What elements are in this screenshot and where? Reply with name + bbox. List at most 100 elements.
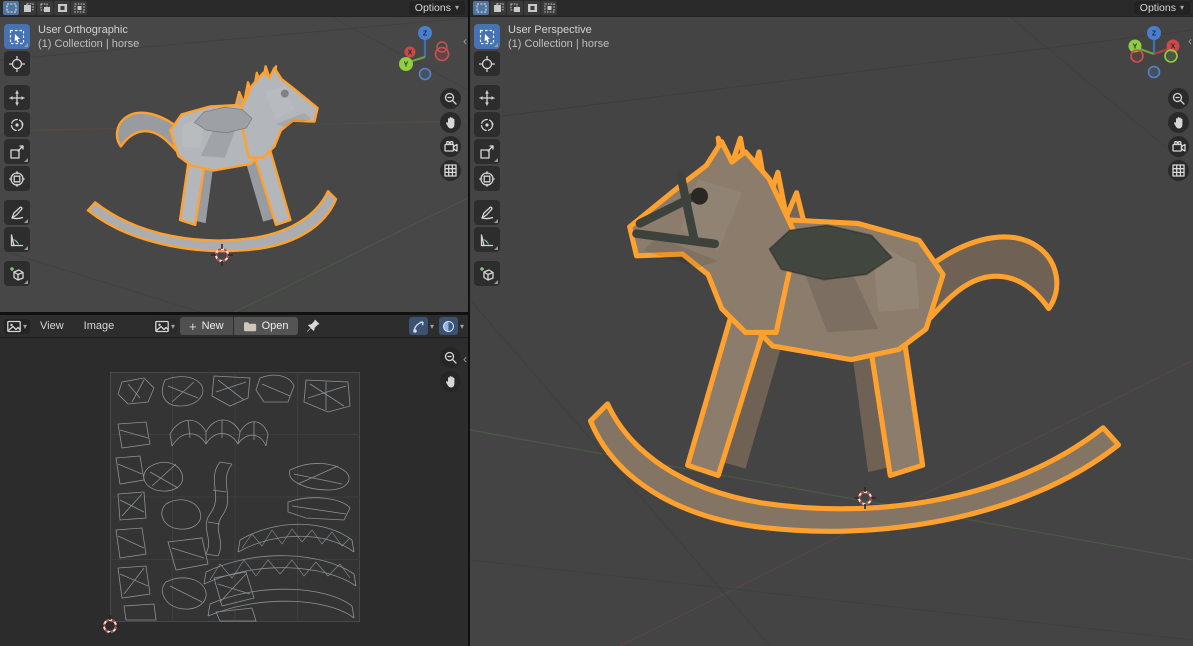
viewport-header: Options ▾	[470, 0, 1193, 17]
wooden-rocking-horse[interactable]	[582, 58, 1127, 600]
transform-tool-button[interactable]	[474, 166, 500, 191]
select-mode-invert-button[interactable]	[54, 1, 70, 15]
cursor-tool-button[interactable]	[474, 51, 500, 76]
camera-view-button[interactable]	[1168, 136, 1189, 157]
select-mode-extend-button[interactable]	[490, 1, 506, 15]
select-box-tool-button[interactable]	[474, 24, 500, 49]
uv-pan-button[interactable]	[440, 371, 461, 392]
gray-rocking-horse[interactable]	[84, 36, 340, 276]
select-set-icon	[6, 3, 17, 13]
uv-zoom-button[interactable]	[440, 347, 461, 368]
gizmo-z-neg[interactable]	[1149, 67, 1160, 78]
left-editor-column: Options ▾ User Orthographic (1) Collecti…	[0, 0, 468, 646]
annotate-tool-button[interactable]	[4, 200, 30, 225]
rotate-tool-button[interactable]	[474, 112, 500, 137]
options-dropdown[interactable]: Options ▾	[409, 1, 465, 15]
hand-icon	[445, 116, 457, 129]
gizmo-y-neg[interactable]	[1165, 50, 1177, 62]
measure-tool-button[interactable]	[4, 227, 30, 252]
viewport-nav-buttons	[440, 88, 461, 181]
uv-sidebar-collapse-arrow[interactable]: ‹	[463, 354, 467, 364]
gizmo-z-neg[interactable]	[420, 69, 431, 80]
navigation-gizmo[interactable]: Z Y X	[1125, 24, 1183, 82]
toolbar-left	[4, 24, 31, 288]
pin-icon[interactable]	[306, 318, 321, 334]
options-label: Options	[1140, 1, 1176, 15]
select-invert-icon	[527, 3, 538, 13]
open-label: Open	[262, 320, 289, 332]
open-image-button[interactable]: Open	[234, 317, 298, 335]
select-box-tool-button[interactable]	[4, 24, 30, 49]
add-cube-icon	[9, 266, 26, 282]
pan-button[interactable]	[440, 112, 461, 133]
gizmo-x-neg[interactable]	[1131, 50, 1143, 62]
select-mode-intersect-button[interactable]	[541, 1, 557, 15]
zoom-button[interactable]	[440, 88, 461, 109]
select-mode-extend-button[interactable]	[20, 1, 36, 15]
uv-canvas[interactable]: ‹	[0, 338, 468, 646]
scale-tool-button[interactable]	[474, 139, 500, 164]
grid-icon	[444, 164, 457, 177]
pivot-point-dropdown[interactable]: ▾	[409, 317, 434, 335]
image-datablock-controls: ▾ + New Open	[153, 317, 321, 335]
editor-type-dropdown[interactable]: ▾	[4, 319, 30, 334]
collection-info: (1) Collection | horse	[38, 37, 139, 51]
grid-icon	[1172, 164, 1185, 177]
gizmo-z-label: Z	[1152, 31, 1157, 38]
zoom-button[interactable]	[1168, 88, 1189, 109]
add-cube-tool-button[interactable]	[4, 261, 30, 286]
pan-button[interactable]	[1168, 112, 1189, 133]
select-mode-subtract-button[interactable]	[507, 1, 523, 15]
orthographic-toggle-button[interactable]	[1168, 160, 1189, 181]
select-mode-subtract-button[interactable]	[37, 1, 53, 15]
view-name: User Perspective	[508, 23, 609, 37]
select-mode-set-button[interactable]	[3, 1, 19, 15]
rotate-icon	[9, 117, 25, 133]
select-set-icon	[476, 3, 487, 13]
scale-icon	[479, 144, 495, 160]
select-extend-icon	[493, 3, 504, 13]
toolbar-right-viewport	[474, 24, 501, 288]
new-image-button[interactable]: + New	[180, 317, 233, 335]
sidebar-collapse-arrow[interactable]: ‹	[1188, 36, 1192, 46]
uv-image-editor[interactable]: ▾ View Image ▾ + New	[0, 315, 468, 646]
select-mode-invert-button[interactable]	[524, 1, 540, 15]
editor-divider-horizontal[interactable]	[0, 312, 468, 315]
magnifier-icon	[1172, 92, 1185, 105]
move-tool-button[interactable]	[474, 85, 500, 110]
new-label: New	[202, 320, 224, 332]
scale-tool-button[interactable]	[4, 139, 30, 164]
annotate-tool-button[interactable]	[474, 200, 500, 225]
orthographic-toggle-button[interactable]	[440, 160, 461, 181]
cursor-tool-button[interactable]	[4, 51, 30, 76]
chevron-down-icon: ▾	[23, 322, 27, 331]
uv-nav-buttons	[440, 347, 461, 392]
move-tool-button[interactable]	[4, 85, 30, 110]
select-mode-set-button[interactable]	[473, 1, 489, 15]
cursor-tool-icon	[9, 56, 25, 72]
browse-image-dropdown[interactable]: ▾	[153, 319, 177, 334]
measure-tool-button[interactable]	[474, 227, 500, 252]
display-channels-icon	[439, 317, 458, 335]
collection-info: (1) Collection | horse	[508, 37, 609, 51]
cursor-tool-icon	[479, 56, 495, 72]
new-open-buttons: + New Open	[180, 317, 298, 335]
menu-view[interactable]: View	[30, 320, 74, 332]
menu-image[interactable]: Image	[74, 320, 125, 332]
select-subtract-icon	[40, 3, 51, 13]
sidebar-collapse-arrow[interactable]: ‹	[463, 36, 467, 46]
navigation-gizmo[interactable]: Z Y X	[396, 24, 454, 82]
rotate-tool-button[interactable]	[4, 112, 30, 137]
rotate-icon	[479, 117, 495, 133]
options-dropdown[interactable]: Options ▾	[1134, 1, 1190, 15]
viewport-perspective[interactable]: Options ▾ User Perspective (1) Collectio…	[470, 0, 1193, 646]
select-mode-intersect-button[interactable]	[71, 1, 87, 15]
add-cube-tool-button[interactable]	[474, 261, 500, 286]
camera-view-button[interactable]	[440, 136, 461, 157]
hand-icon	[1173, 116, 1185, 129]
magnifier-icon	[444, 92, 457, 105]
transform-tool-button[interactable]	[4, 166, 30, 191]
viewport-orthographic[interactable]: Options ▾ User Orthographic (1) Collecti…	[0, 0, 468, 312]
display-channels-dropdown[interactable]: ▾	[439, 317, 464, 335]
magnifier-icon	[444, 351, 457, 364]
